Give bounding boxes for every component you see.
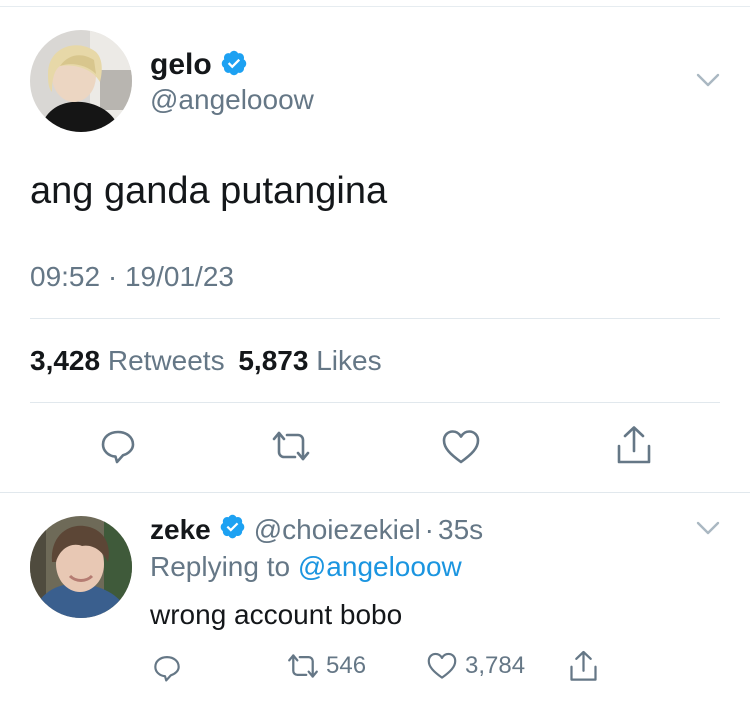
author-display-name[interactable]: gelo (150, 48, 212, 82)
reply-avatar[interactable] (30, 516, 132, 618)
retweet-stat[interactable]: 3,428 Retweets (30, 345, 232, 376)
reply-icon[interactable] (100, 428, 136, 464)
tweet-text: ang ganda putangina (30, 170, 388, 212)
section-divider (0, 492, 750, 493)
chevron-down-icon[interactable] (696, 520, 720, 536)
reply-retweet-action[interactable]: 546 (286, 652, 366, 680)
reply-age[interactable]: 35s (438, 514, 483, 546)
author-handle[interactable]: @angelooow (150, 84, 314, 116)
heart-icon[interactable] (442, 429, 480, 465)
top-divider (0, 6, 750, 7)
retweet-count: 3,428 (30, 345, 101, 376)
like-label: Likes (316, 345, 382, 376)
reply-separator: · (424, 514, 434, 545)
reply-header: zeke @choiezekiel · 35s (150, 512, 483, 548)
tweet-date: 19/01/23 (124, 261, 234, 292)
reply-text: wrong account bobo (150, 599, 403, 630)
reply-retweet-count: 546 (326, 652, 367, 679)
share-icon[interactable] (569, 650, 598, 682)
verified-badge-icon (220, 49, 248, 82)
replying-to-handle[interactable]: @angelooow (298, 551, 462, 582)
reply-icon[interactable] (153, 654, 181, 682)
retweet-icon (286, 652, 320, 680)
heart-icon (427, 652, 457, 680)
like-stat[interactable]: 5,873 Likes (238, 345, 381, 376)
share-icon[interactable] (616, 425, 652, 465)
retweet-icon[interactable] (270, 429, 312, 463)
retweet-label: Retweets (107, 345, 225, 376)
tweet-time: 09:52 (30, 261, 101, 292)
like-count: 5,873 (238, 345, 309, 376)
divider (30, 318, 720, 319)
avatar-image (30, 30, 132, 132)
replying-to: Replying to @angelooow (150, 551, 462, 583)
reply-author-handle[interactable]: @choiezekiel (254, 514, 421, 546)
author-name-row: gelo (150, 46, 248, 84)
reply-author-name[interactable]: zeke (150, 514, 211, 546)
timestamp-separator: · (107, 261, 118, 292)
chevron-down-icon[interactable] (696, 72, 720, 88)
engagement-stats: 3,428 Retweets 5,873 Likes (30, 345, 382, 377)
reply-like-count: 3,784 (465, 652, 526, 679)
verified-badge-icon (219, 513, 246, 547)
avatar[interactable] (30, 30, 132, 132)
divider (30, 402, 720, 403)
reply-avatar-image (30, 516, 132, 618)
replying-to-label: Replying to (150, 551, 291, 582)
tweet-timestamp[interactable]: 09:52 · 19/01/23 (30, 261, 234, 293)
reply-like-action[interactable]: 3,784 (427, 652, 525, 680)
